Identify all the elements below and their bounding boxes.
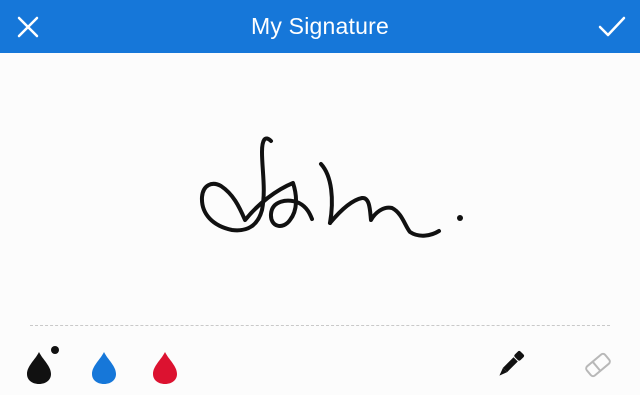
ink-drop-black-icon <box>27 346 59 384</box>
pen-tool-button[interactable] <box>490 340 530 390</box>
ink-blue-button[interactable] <box>84 340 124 390</box>
checkmark-icon <box>598 16 626 36</box>
ink-black-button[interactable] <box>22 340 62 390</box>
signature-baseline <box>30 325 610 326</box>
eraser-icon <box>585 352 611 378</box>
pen-icon <box>499 350 525 376</box>
ink-red-button[interactable] <box>145 340 185 390</box>
page-title: My Signature <box>251 13 389 39</box>
signature-drawing <box>199 136 463 238</box>
ink-drop-blue-icon <box>92 352 116 384</box>
ink-drop-red-icon <box>153 352 177 384</box>
done-button[interactable] <box>584 0 640 53</box>
eraser-tool-button[interactable] <box>578 340 618 390</box>
